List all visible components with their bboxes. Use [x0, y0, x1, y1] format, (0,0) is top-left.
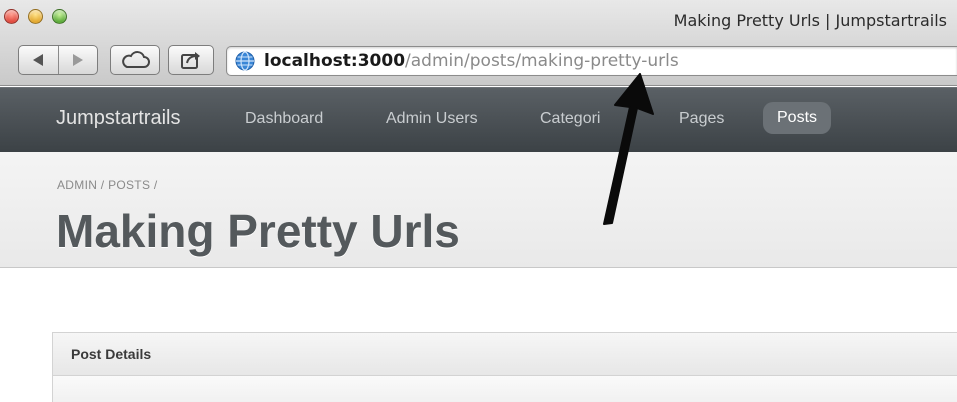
nav-item-posts[interactable]: Posts	[763, 102, 832, 134]
post-details-panel: Post Details	[52, 332, 957, 402]
share-button[interactable]	[168, 45, 214, 75]
brand-link[interactable]: Jumpstartrails	[56, 107, 180, 130]
globe-icon	[235, 51, 255, 71]
breadcrumb[interactable]: ADMIN / POSTS /	[57, 178, 158, 192]
forward-arrow-icon	[72, 54, 83, 66]
top-navbar: Jumpstartrails Dashboard Admin Users Cat…	[0, 87, 957, 152]
history-nav	[18, 45, 98, 75]
nav-item-admin-users[interactable]: Admin Users	[386, 110, 478, 128]
zoom-window-button[interactable]	[52, 9, 67, 24]
minimize-window-button[interactable]	[28, 9, 43, 24]
browser-toolbar: Making Pretty Urls | Jumpstartrails loca…	[0, 0, 957, 86]
forward-button[interactable]	[57, 46, 98, 74]
share-icon	[181, 52, 200, 69]
url-host: localhost:3000	[264, 51, 406, 71]
close-window-button[interactable]	[4, 9, 19, 24]
nav-item-dashboard[interactable]: Dashboard	[245, 110, 323, 128]
url-path: /admin/posts/making-pretty-urls	[405, 51, 679, 71]
cloud-icon	[122, 51, 150, 68]
address-bar[interactable]: localhost:3000/admin/posts/making-pretty…	[226, 46, 957, 76]
icloud-tabs-button[interactable]	[110, 45, 160, 75]
nav-item-categories[interactable]: Categori	[540, 110, 600, 128]
window-controls	[4, 9, 67, 24]
panel-title: Post Details	[53, 333, 957, 376]
nav-item-pages[interactable]: Pages	[679, 110, 724, 128]
window-title: Making Pretty Urls | Jumpstartrails	[673, 11, 947, 30]
page-header: ADMIN / POSTS / Making Pretty Urls	[0, 152, 957, 268]
back-button[interactable]	[19, 46, 58, 74]
back-arrow-icon	[33, 54, 44, 66]
panel-body	[53, 376, 957, 402]
page-title: Making Pretty Urls	[56, 205, 460, 257]
